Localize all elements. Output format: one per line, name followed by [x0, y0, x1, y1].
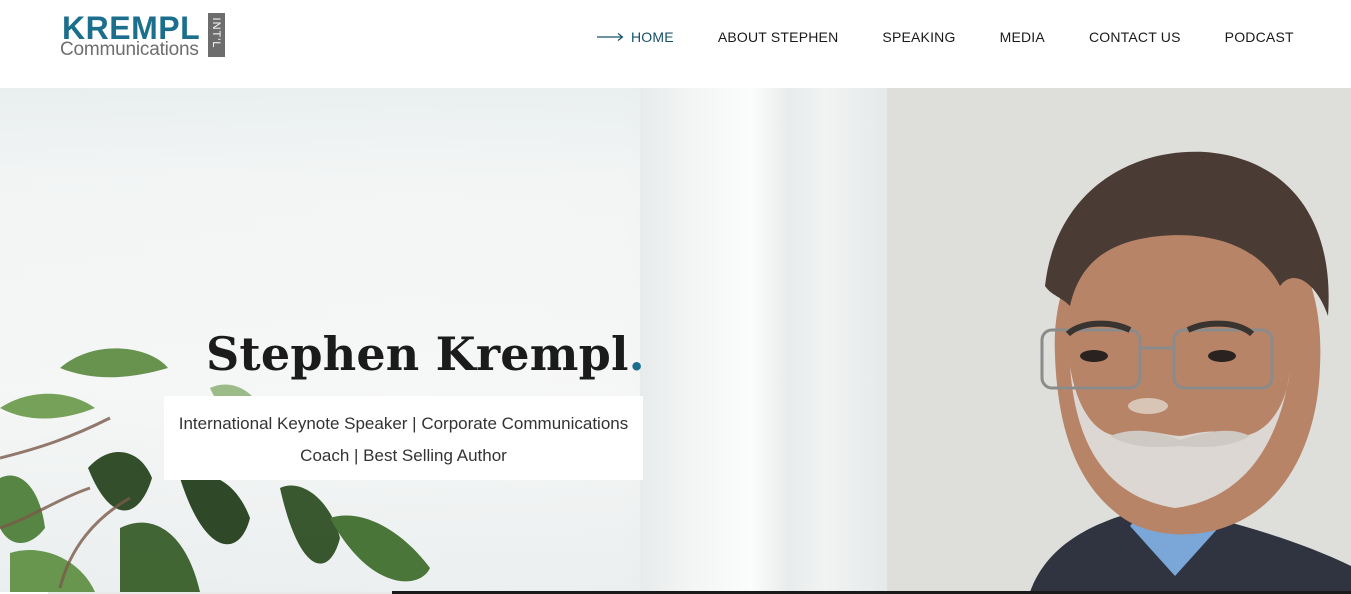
nav-item-home[interactable]: HOME — [597, 29, 674, 45]
hero-title-dot: . — [628, 327, 645, 381]
nav-item-label: HOME — [631, 29, 674, 45]
hero-background-pillar — [640, 88, 888, 592]
nav-item-speaking[interactable]: SPEAKING — [882, 29, 955, 45]
nav-item-label: ABOUT STEPHEN — [717, 29, 839, 45]
nav-item-contact-us[interactable]: CONTACT US — [1089, 29, 1181, 45]
hero-subtitle-line1: International Keynote Speaker | Corporat… — [178, 414, 629, 433]
nav-item-label: MEDIA — [999, 29, 1045, 45]
nav-item-podcast[interactable]: PODCAST — [1225, 29, 1294, 45]
site-logo[interactable]: KREMPL Communications INT'L — [60, 12, 230, 62]
site-header: KREMPL Communications INT'L HOME ABOUT S… — [0, 0, 1351, 88]
logo-badge: INT'L — [208, 13, 225, 57]
nav-item-about-stephen[interactable]: ABOUT STEPHEN — [718, 29, 839, 45]
hero-title: Stephen Krempl. — [206, 326, 645, 382]
long-arrow-right-icon — [597, 32, 624, 42]
logo-subtitle: Communications — [60, 39, 199, 60]
speaker-portrait-image — [1030, 151, 1351, 592]
nav-item-label: PODCAST — [1224, 29, 1294, 45]
nav-item-label: CONTACT US — [1088, 29, 1181, 45]
nav-item-label: SPEAKING — [882, 29, 956, 45]
hero-subtitle-line2: Coach | Best Selling Author — [300, 446, 507, 465]
hero-subtitle-box: International Keynote Speaker | Corporat… — [164, 396, 643, 480]
main-nav: HOME ABOUT STEPHEN SPEAKING MEDIA CONTAC… — [597, 27, 1294, 47]
hero-title-text: Stephen Krempl — [206, 327, 629, 381]
logo-badge-text: INT'L — [210, 17, 222, 49]
hero-section: Stephen Krempl. International Keynote Sp… — [0, 88, 1351, 592]
nav-item-media[interactable]: MEDIA — [1000, 29, 1045, 45]
